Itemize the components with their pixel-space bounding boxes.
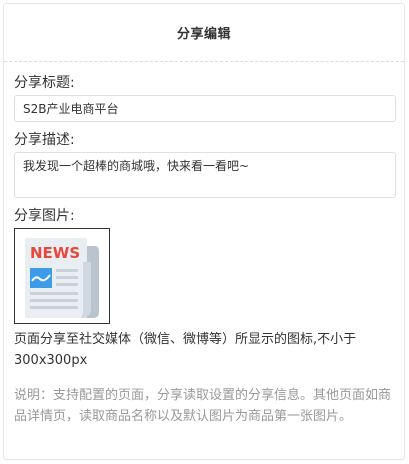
share-form: 分享标题: S2B产业电商平台 分享描述: 我发现一个超棒的商城哦，快来看一看吧… — [4, 74, 404, 427]
panel-header: 分享编辑 — [4, 4, 404, 62]
share-image-upload[interactable]: NEWS — [14, 228, 110, 324]
share-title-input[interactable]: S2B产业电商平台 — [14, 95, 396, 122]
share-image-label: 分享图片: — [14, 208, 75, 224]
page-title: 分享编辑 — [176, 27, 231, 42]
share-title-label: 分享标题: — [14, 75, 75, 91]
news-icon: NEWS — [25, 238, 99, 318]
news-badge-text: NEWS — [30, 244, 80, 262]
share-description-textarea[interactable]: 我发现一个超棒的商城哦，快来看一看吧~ — [14, 152, 396, 198]
share-note: 说明：支持配置的页面，分享读取设置的分享信息。其他页面如商品详情页，读取商品名称… — [14, 388, 392, 424]
share-image-hint: 页面分享至社交媒体（微信、微博等）所显示的图标,不小于300x300px — [14, 332, 357, 368]
share-description-label: 分享描述: — [14, 132, 75, 148]
share-edit-panel: 分享编辑 分享标题: S2B产业电商平台 分享描述: 我发现一个超棒的商城哦，快… — [3, 3, 405, 460]
